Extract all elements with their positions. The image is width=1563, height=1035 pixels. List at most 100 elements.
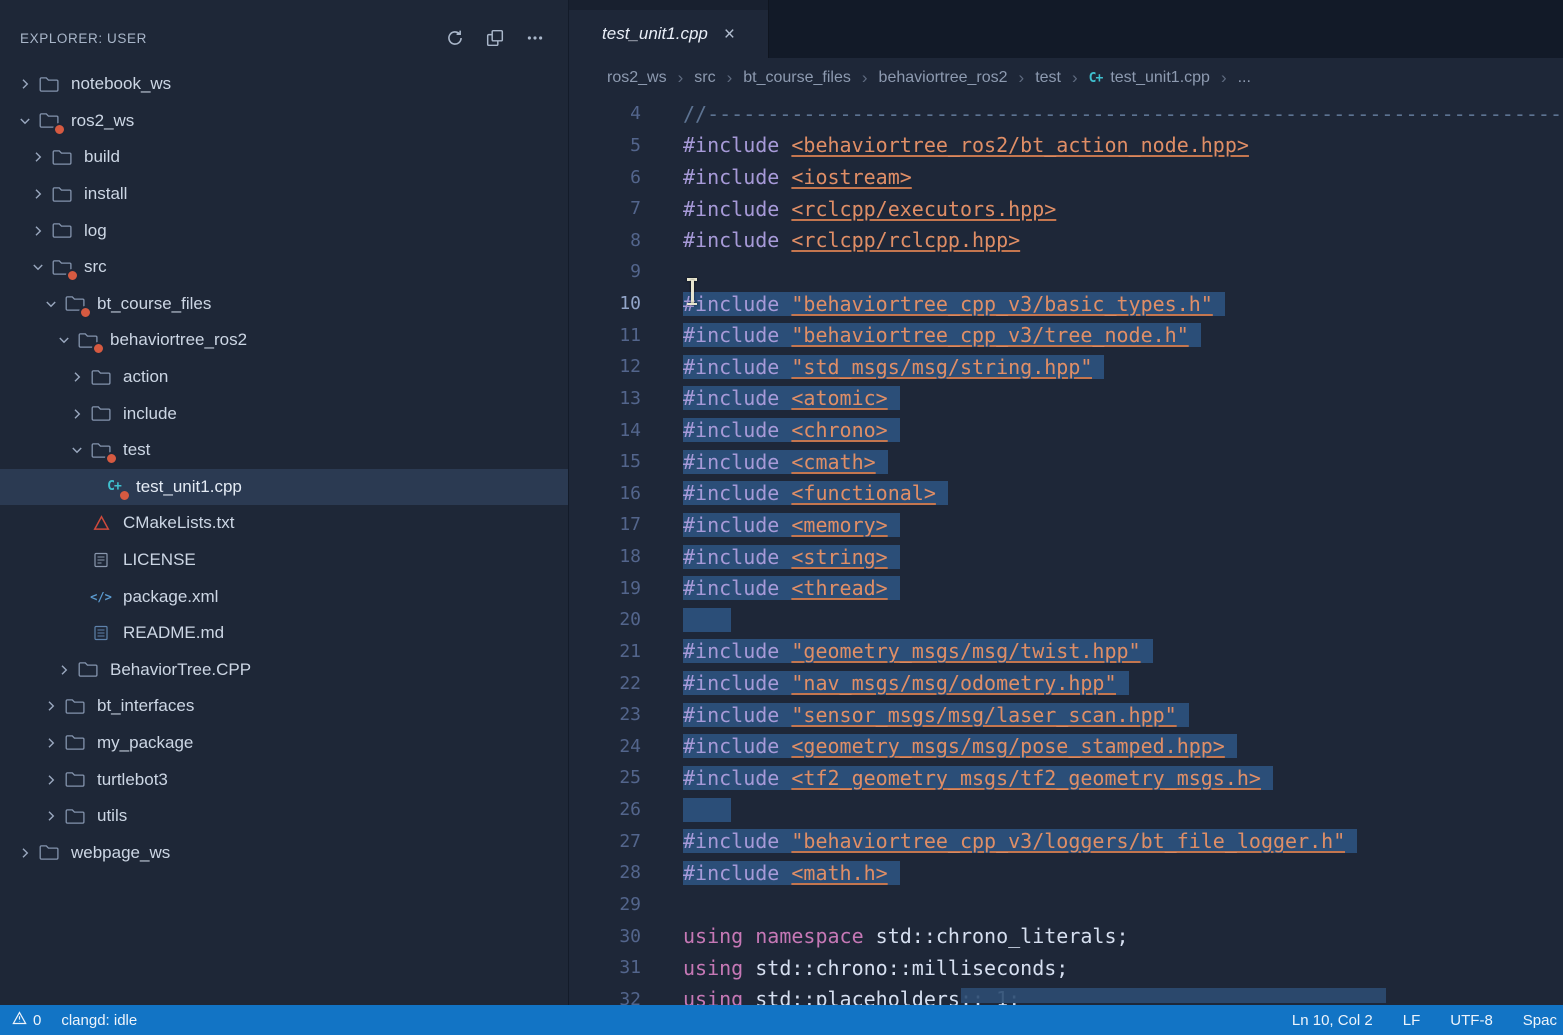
- tree-item-log[interactable]: log: [0, 212, 568, 249]
- code-line-20[interactable]: 20: [569, 604, 1563, 636]
- line-number[interactable]: 9: [569, 261, 641, 282]
- tree-item-utils[interactable]: utils: [0, 798, 568, 835]
- line-number[interactable]: 25: [569, 767, 641, 788]
- code-line-18[interactable]: 18#include <string>: [569, 541, 1563, 573]
- code-line-29[interactable]: 29: [569, 889, 1563, 921]
- tab-bt-u2-ex3-cpp[interactable]: bt_u2_ex3.cpp: [569, 0, 769, 10]
- tree-item-include[interactable]: include: [0, 395, 568, 432]
- clangd-status[interactable]: clangd: idle: [61, 1012, 137, 1029]
- more-actions-icon[interactable]: [520, 23, 550, 53]
- tree-item-turtlebot3[interactable]: turtlebot3: [0, 761, 568, 798]
- line-number[interactable]: 23: [569, 704, 641, 725]
- tree-item-my-package[interactable]: my_package: [0, 725, 568, 762]
- tree-item-action[interactable]: action: [0, 359, 568, 396]
- cursor-position[interactable]: Ln 10, Col 2: [1292, 1012, 1373, 1029]
- line-number[interactable]: 29: [569, 894, 641, 915]
- code-line-19[interactable]: 19#include <thread>: [569, 572, 1563, 604]
- tree-item-test-unit1-cpp[interactable]: C+test_unit1.cpp: [0, 469, 568, 506]
- line-number[interactable]: 22: [569, 673, 641, 694]
- tree-item-license[interactable]: LICENSE: [0, 542, 568, 579]
- tree-item-bt-interfaces[interactable]: bt_interfaces: [0, 688, 568, 725]
- breadcrumb-item-behaviortree-ros2[interactable]: behaviortree_ros2: [879, 69, 1008, 87]
- line-number[interactable]: 15: [569, 451, 641, 472]
- problems-indicator[interactable]: 0: [12, 1011, 41, 1029]
- code-line-11[interactable]: 11#include "behaviortree_cpp_v3/tree_nod…: [569, 319, 1563, 351]
- line-number[interactable]: 6: [569, 167, 641, 188]
- tree-item-notebook-ws[interactable]: notebook_ws: [0, 66, 568, 103]
- tree-item-build[interactable]: build: [0, 139, 568, 176]
- tree-item-cmakelists-txt[interactable]: CMakeLists.txt: [0, 505, 568, 542]
- line-number[interactable]: 11: [569, 325, 641, 346]
- code-line-13[interactable]: 13#include <atomic>: [569, 383, 1563, 415]
- breadcrumb-item-bt-course-files[interactable]: bt_course_files: [743, 69, 851, 87]
- code-line-9[interactable]: 9: [569, 256, 1563, 288]
- tree-item-install[interactable]: install: [0, 176, 568, 213]
- tree-item-behaviortree-cpp[interactable]: BehaviorTree.CPP: [0, 652, 568, 689]
- line-number[interactable]: 20: [569, 609, 641, 630]
- tree-item-package-xml[interactable]: </>package.xml: [0, 578, 568, 615]
- code-line-21[interactable]: 21#include "geometry_msgs/msg/twist.hpp": [569, 636, 1563, 668]
- line-number[interactable]: 19: [569, 578, 641, 599]
- horizontal-scrollbar[interactable]: [961, 988, 1386, 1003]
- tree-item-behaviortree-ros2[interactable]: behaviortree_ros2: [0, 322, 568, 359]
- line-number[interactable]: 24: [569, 736, 641, 757]
- line-number[interactable]: 18: [569, 546, 641, 567]
- line-number[interactable]: 28: [569, 862, 641, 883]
- code-line-16[interactable]: 16#include <functional>: [569, 478, 1563, 510]
- line-number[interactable]: 17: [569, 514, 641, 535]
- code-line-30[interactable]: 30using namespace std::chrono_literals;: [569, 920, 1563, 952]
- line-number[interactable]: 26: [569, 799, 641, 820]
- code-line-10[interactable]: 10#include "behaviortree_cpp_v3/basic_ty…: [569, 288, 1563, 320]
- indentation-indicator[interactable]: Spac: [1523, 1012, 1557, 1029]
- tree-item-readme-md[interactable]: README.md: [0, 615, 568, 652]
- code-line-31[interactable]: 31using std::chrono::milliseconds;: [569, 952, 1563, 984]
- breadcrumb-item-[interactable]: ...: [1238, 69, 1251, 87]
- line-number[interactable]: 21: [569, 641, 641, 662]
- close-icon[interactable]: ×: [724, 25, 735, 44]
- refresh-explorer-icon[interactable]: [440, 23, 470, 53]
- code-line-17[interactable]: 17#include <memory>: [569, 509, 1563, 541]
- line-number[interactable]: 13: [569, 388, 641, 409]
- code-line-25[interactable]: 25#include <tf2_geometry_msgs/tf2_geomet…: [569, 762, 1563, 794]
- tree-item-src[interactable]: src: [0, 249, 568, 286]
- code-line-28[interactable]: 28#include <math.h>: [569, 857, 1563, 889]
- code-line-15[interactable]: 15#include <cmath>: [569, 446, 1563, 478]
- line-number[interactable]: 12: [569, 356, 641, 377]
- line-number[interactable]: 5: [569, 135, 641, 156]
- tab-test-unit1-cpp[interactable]: test_unit1.cpp×: [569, 10, 769, 58]
- line-number[interactable]: 32: [569, 989, 641, 1005]
- line-number[interactable]: 27: [569, 831, 641, 852]
- code-line-24[interactable]: 24#include <geometry_msgs/msg/pose_stamp…: [569, 731, 1563, 763]
- code-line-8[interactable]: 8#include <rclcpp/rclcpp.hpp>: [569, 225, 1563, 257]
- tree-item-webpage-ws[interactable]: webpage_ws: [0, 834, 568, 871]
- code-line-12[interactable]: 12#include "std_msgs/msg/string.hpp": [569, 351, 1563, 383]
- breadcrumb-item-ros2-ws[interactable]: ros2_ws: [607, 69, 667, 87]
- code-line-5[interactable]: 5#include <behaviortree_ros2/bt_action_n…: [569, 130, 1563, 162]
- line-number[interactable]: 14: [569, 420, 641, 441]
- code-line-26[interactable]: 26: [569, 794, 1563, 826]
- code-line-22[interactable]: 22#include "nav_msgs/msg/odometry.hpp": [569, 667, 1563, 699]
- breadcrumb-item-test-unit1-cpp[interactable]: C+test_unit1.cpp: [1089, 69, 1210, 87]
- code-line-4[interactable]: 4//-------------------------------------…: [569, 98, 1563, 130]
- line-number[interactable]: 30: [569, 926, 641, 947]
- line-number[interactable]: 16: [569, 483, 641, 504]
- tree-item-ros2-ws[interactable]: ros2_ws: [0, 103, 568, 140]
- encoding-indicator[interactable]: UTF-8: [1450, 1012, 1493, 1029]
- tree-item-test[interactable]: test: [0, 432, 568, 469]
- collapse-folders-icon[interactable]: [480, 23, 510, 53]
- code-line-23[interactable]: 23#include "sensor_msgs/msg/laser_scan.h…: [569, 699, 1563, 731]
- code-line-6[interactable]: 6#include <iostream>: [569, 161, 1563, 193]
- code-area[interactable]: 4//-------------------------------------…: [569, 98, 1563, 1005]
- line-number[interactable]: 4: [569, 103, 641, 124]
- code-line-14[interactable]: 14#include <chrono>: [569, 414, 1563, 446]
- line-number[interactable]: 10: [569, 293, 641, 314]
- code-line-7[interactable]: 7#include <rclcpp/executors.hpp>: [569, 193, 1563, 225]
- line-number[interactable]: 31: [569, 957, 641, 978]
- line-number[interactable]: 8: [569, 230, 641, 251]
- tree-item-bt-course-files[interactable]: bt_course_files: [0, 286, 568, 323]
- breadcrumb-item-test[interactable]: test: [1035, 69, 1061, 87]
- eol-indicator[interactable]: LF: [1403, 1012, 1421, 1029]
- code-line-27[interactable]: 27#include "behaviortree_cpp_v3/loggers/…: [569, 825, 1563, 857]
- breadcrumb-item-src[interactable]: src: [694, 69, 715, 87]
- line-number[interactable]: 7: [569, 198, 641, 219]
